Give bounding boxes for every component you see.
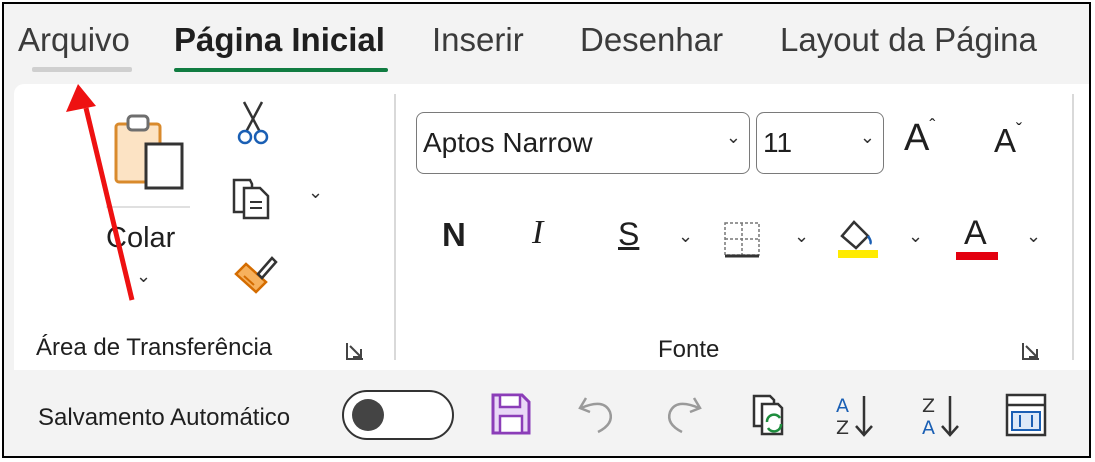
freeze-panes-icon[interactable]: [1004, 392, 1048, 438]
active-tab-indicator: [174, 68, 388, 72]
clipboard-group-label: Área de Transferência: [36, 334, 273, 361]
save-icon[interactable]: [490, 392, 532, 436]
copy-dropdown-chevron-icon[interactable]: ⌄: [308, 182, 323, 203]
tab-inserir[interactable]: Inserir: [432, 20, 524, 60]
autosave-label: Salvamento Automático: [38, 404, 291, 431]
scissors-icon[interactable]: [236, 100, 270, 146]
font-name-dropdown[interactable]: Aptos Narrow ⌄: [416, 112, 750, 174]
sort-ascending-icon[interactable]: A Z: [832, 392, 878, 440]
svg-text:Z: Z: [922, 395, 935, 417]
group-separator: [394, 94, 396, 360]
autosave-toggle[interactable]: [342, 390, 454, 440]
paste-label[interactable]: Colar: [106, 222, 175, 255]
undo-icon[interactable]: [576, 394, 618, 436]
font-color-swatch: [956, 252, 998, 260]
font-name-value: Aptos Narrow: [423, 127, 593, 158]
underline-button[interactable]: S: [618, 216, 639, 253]
underline-dropdown-chevron-icon[interactable]: ⌄: [678, 226, 693, 247]
toggle-knob: [352, 399, 384, 431]
excel-window: Arquivo Página Inicial Inserir Desenhar …: [2, 2, 1091, 458]
font-dialog-launcher-icon[interactable]: [1020, 340, 1042, 362]
redo-icon[interactable]: [662, 394, 704, 436]
svg-text:A: A: [836, 395, 849, 417]
font-group-label: Fonte: [658, 336, 720, 363]
font-color-dropdown-chevron-icon[interactable]: ⌄: [1026, 226, 1041, 247]
tab-desenhar[interactable]: Desenhar: [580, 20, 723, 60]
borders-dropdown-chevron-icon[interactable]: ⌄: [794, 226, 809, 247]
borders-icon[interactable]: [722, 220, 762, 260]
fill-color-dropdown-chevron-icon[interactable]: ⌄: [908, 226, 923, 247]
shrink-font-glyph: A: [994, 122, 1017, 159]
tab-arquivo[interactable]: Arquivo: [18, 20, 130, 60]
paste-dropdown-chevron-icon[interactable]: ⌄: [136, 266, 151, 287]
fill-color-icon[interactable]: [836, 216, 880, 260]
font-name-chevron-icon: ⌄: [725, 127, 741, 147]
ribbon-tab-bar: Arquivo Página Inicial Inserir Desenhar …: [4, 4, 1089, 84]
font-color-button[interactable]: A: [964, 214, 987, 253]
tab-pagina-inicial[interactable]: Página Inicial: [174, 20, 385, 60]
svg-text:Z: Z: [836, 417, 849, 439]
sort-descending-icon[interactable]: Z A: [918, 392, 964, 440]
svg-text:A: A: [922, 417, 935, 439]
tab-hover-indicator: [32, 67, 132, 72]
grow-font-button[interactable]: Aˆ: [904, 116, 935, 160]
font-size-chevron-icon: ⌄: [859, 127, 875, 147]
font-size-dropdown[interactable]: 11 ⌄: [756, 112, 884, 174]
paste-split-divider: [106, 206, 190, 208]
fill-color-swatch: [838, 250, 878, 258]
format-painter-icon[interactable]: [232, 252, 278, 296]
tab-layout-da-pagina[interactable]: Layout da Página: [780, 20, 1037, 60]
caret-up-icon: ˆ: [929, 116, 936, 136]
group-separator-right: [1072, 94, 1074, 360]
clipboard-dialog-launcher-icon[interactable]: [344, 340, 366, 362]
copy-icon[interactable]: [230, 176, 274, 222]
shrink-font-button[interactable]: Aˇ: [994, 120, 1022, 160]
caret-down-icon: ˇ: [1016, 120, 1023, 140]
bold-button[interactable]: N: [442, 216, 466, 254]
ribbon-panel: Colar ⌄ ⌄ Área de Transferência Aptos Na…: [14, 84, 1089, 370]
refresh-all-icon[interactable]: [750, 392, 792, 438]
quick-access-toolbar: Salvamento Automático A Z Z A: [14, 374, 1089, 456]
paste-icon[interactable]: [112, 112, 190, 192]
grow-font-glyph: A: [904, 117, 930, 159]
italic-button[interactable]: I: [532, 214, 543, 252]
font-size-value: 11: [763, 127, 793, 158]
